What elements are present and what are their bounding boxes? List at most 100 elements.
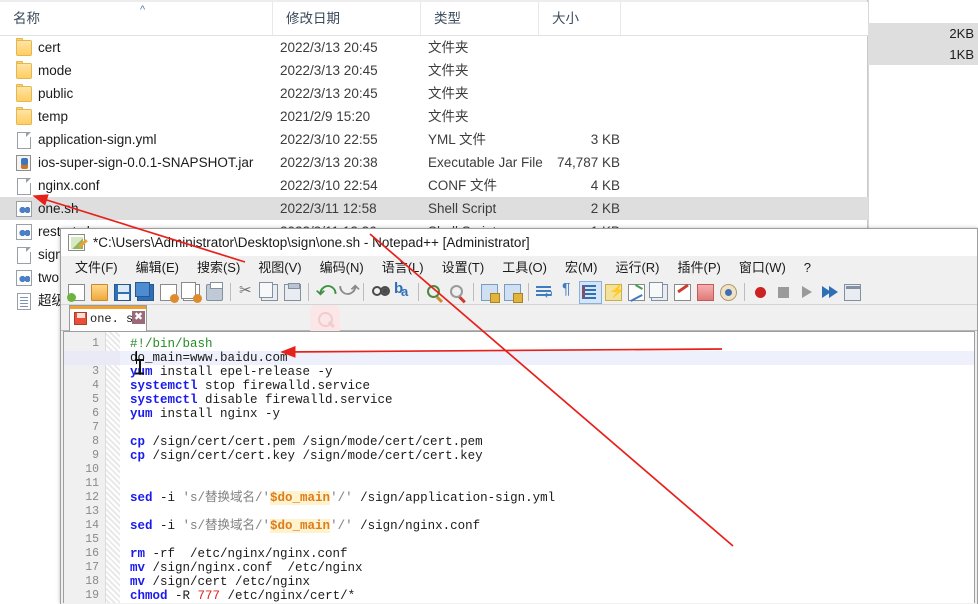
line-number: 4 <box>63 379 99 393</box>
column-header-size[interactable]: 大小 <box>538 2 620 35</box>
toolbar-stop-macro-button[interactable] <box>772 281 795 304</box>
menu-item-9[interactable]: 运行(R) <box>606 256 668 280</box>
file-row[interactable]: one.sh2022/3/11 12:58Shell Script2 KB <box>0 197 868 220</box>
file-row[interactable]: ios-super-sign-0.0.1-SNAPSHOT.jar2022/3/… <box>0 151 868 174</box>
file-row[interactable]: temp2021/2/9 15:20文件夹 <box>0 105 868 128</box>
code-token: stop firewalld.service <box>198 379 371 393</box>
toolbar-save-all-button[interactable] <box>134 281 157 304</box>
toolbar-copy-button[interactable] <box>258 281 281 304</box>
toolbar-run-macro-multiple-button[interactable] <box>818 281 841 304</box>
file-date-cell: 2022/3/13 20:45 <box>280 82 420 105</box>
toolbar-paste-button[interactable] <box>281 281 304 304</box>
toolbar-document-map-button[interactable] <box>648 281 671 304</box>
file-name-cell: nginx.conf <box>0 174 272 197</box>
menu-item-3[interactable]: 视图(V) <box>249 256 310 280</box>
close-all-files-icon <box>183 284 200 301</box>
code-editor[interactable]: 1234567891011121314151617181920 #!/bin/b… <box>63 331 975 603</box>
notepadpp-titlebar[interactable]: *C:\Users\Administrator\Desktop\sign\one… <box>61 229 977 256</box>
menu-item-4[interactable]: 编码(N) <box>311 256 373 280</box>
file-type-cell: Shell Script <box>428 197 546 220</box>
toolbar-show-all-characters-button[interactable] <box>556 281 579 304</box>
toolbar-close-file-button[interactable] <box>157 281 180 304</box>
menu-item-12[interactable]: ? <box>795 256 820 280</box>
toolbar-function-list-button[interactable] <box>671 281 694 304</box>
line-number: 7 <box>63 421 99 435</box>
explorer-column-header: 名称 ^ 修改日期 类型 大小 <box>0 2 868 36</box>
new-file-icon <box>68 284 85 301</box>
code-line: do_main=www.baidu.com <box>130 351 288 365</box>
toolbar-cut-button[interactable] <box>235 281 258 304</box>
file-row[interactable]: application-sign.yml2022/3/10 22:55YML 文… <box>0 128 868 151</box>
replace-icon <box>394 284 411 301</box>
toolbar-sync-vertical-scroll-button[interactable] <box>478 281 501 304</box>
toolbar-play-macro-button[interactable] <box>795 281 818 304</box>
toolbar-print-button[interactable] <box>203 281 226 304</box>
save-all-icon <box>137 284 154 301</box>
code-token: cp <box>130 449 145 463</box>
code-token: /sign/nginx.conf <box>353 519 481 533</box>
menu-item-8[interactable]: 宏(M) <box>556 256 607 280</box>
menu-item-6[interactable]: 设置(T) <box>433 256 494 280</box>
close-file-icon <box>160 284 177 301</box>
file-type-cell: 文件夹 <box>428 105 546 128</box>
menu-item-10[interactable]: 插件(P) <box>669 256 730 280</box>
code-token: do_main=www.baidu.com <box>130 351 288 365</box>
toolbar-replace-button[interactable] <box>391 281 414 304</box>
zoom-in-icon <box>426 284 443 301</box>
toolbar-word-wrap-button[interactable] <box>533 281 556 304</box>
toolbar-user-defined-language-button[interactable] <box>602 281 625 304</box>
toolbar-show-indent-guide-button[interactable] <box>579 281 602 304</box>
column-header-name[interactable]: 名称 <box>0 2 272 35</box>
code-token: -rf /etc/nginx/nginx.conf <box>145 547 348 561</box>
notepadpp-app-icon <box>68 234 85 251</box>
menu-item-7[interactable]: 工具(O) <box>493 256 556 280</box>
toolbar-record-macro-button[interactable] <box>749 281 772 304</box>
code-line: #!/bin/bash <box>130 337 213 351</box>
toolbar-open-file-button[interactable] <box>88 281 111 304</box>
file-row[interactable]: nginx.conf2022/3/10 22:54CONF 文件4 KB <box>0 174 868 197</box>
toolbar-save-button[interactable] <box>111 281 134 304</box>
menu-item-5[interactable]: 语言(L) <box>373 256 433 280</box>
code-folding-column[interactable] <box>106 332 120 603</box>
code-text-area[interactable]: #!/bin/bashdo_main=www.baidu.comyum inst… <box>120 332 975 603</box>
toolbar-zoom-out-button[interactable] <box>446 281 469 304</box>
tab-one-sh[interactable]: one. sh ✖ <box>69 305 147 331</box>
toolbar-monitoring-button[interactable] <box>717 281 740 304</box>
toolbar-sync-horizontal-scroll-button[interactable] <box>501 281 524 304</box>
menu-item-0[interactable]: 文件(F) <box>66 256 127 280</box>
code-line: systemctl disable firewalld.service <box>130 393 393 407</box>
menu-item-11[interactable]: 窗口(W) <box>730 256 795 280</box>
file-row[interactable]: public2022/3/13 20:45文件夹 <box>0 82 868 105</box>
toolbar-redo-button[interactable] <box>336 281 359 304</box>
file-size-cell: 2 KB <box>538 197 620 220</box>
toolbar-close-all-files-button[interactable] <box>180 281 203 304</box>
undo-icon <box>316 284 333 301</box>
toolbar-zoom-in-button[interactable] <box>423 281 446 304</box>
column-header-date[interactable]: 修改日期 <box>272 2 420 35</box>
file-row[interactable]: mode2022/3/13 20:45文件夹 <box>0 59 868 82</box>
code-token: mv <box>130 561 145 575</box>
file-row[interactable]: cert2022/3/13 20:45文件夹 <box>0 36 868 59</box>
code-token: systemctl <box>130 379 198 393</box>
code-token: yum <box>130 407 153 421</box>
toolbar-save-macro-button[interactable] <box>841 281 864 304</box>
current-line-gutter-highlight <box>64 351 120 365</box>
toolbar-document-map-chart-button[interactable] <box>625 281 648 304</box>
toolbar-new-file-button[interactable] <box>65 281 88 304</box>
document-map-chart-icon <box>628 284 645 301</box>
menu-item-1[interactable]: 编辑(E) <box>127 256 188 280</box>
code-token: $do_main <box>270 519 330 533</box>
code-token: install nginx -y <box>153 407 281 421</box>
file-name-cell: one.sh <box>0 197 272 220</box>
menu-bar: 文件(F)编辑(E)搜索(S)视图(V)编码(N)语言(L)设置(T)工具(O)… <box>61 256 977 280</box>
toolbar-undo-button[interactable] <box>313 281 336 304</box>
column-header-extra[interactable] <box>620 2 660 35</box>
close-tab-icon[interactable]: ✖ <box>132 311 145 324</box>
column-header-type[interactable]: 类型 <box>420 2 538 35</box>
toolbar-find-button[interactable] <box>368 281 391 304</box>
file-name-cell: application-sign.yml <box>0 128 272 151</box>
toolbar-folder-as-workspace-button[interactable] <box>694 281 717 304</box>
code-token: 's/替换域名/' <box>183 519 271 533</box>
sync-horizontal-scroll-icon <box>504 284 521 301</box>
menu-item-2[interactable]: 搜索(S) <box>188 256 249 280</box>
